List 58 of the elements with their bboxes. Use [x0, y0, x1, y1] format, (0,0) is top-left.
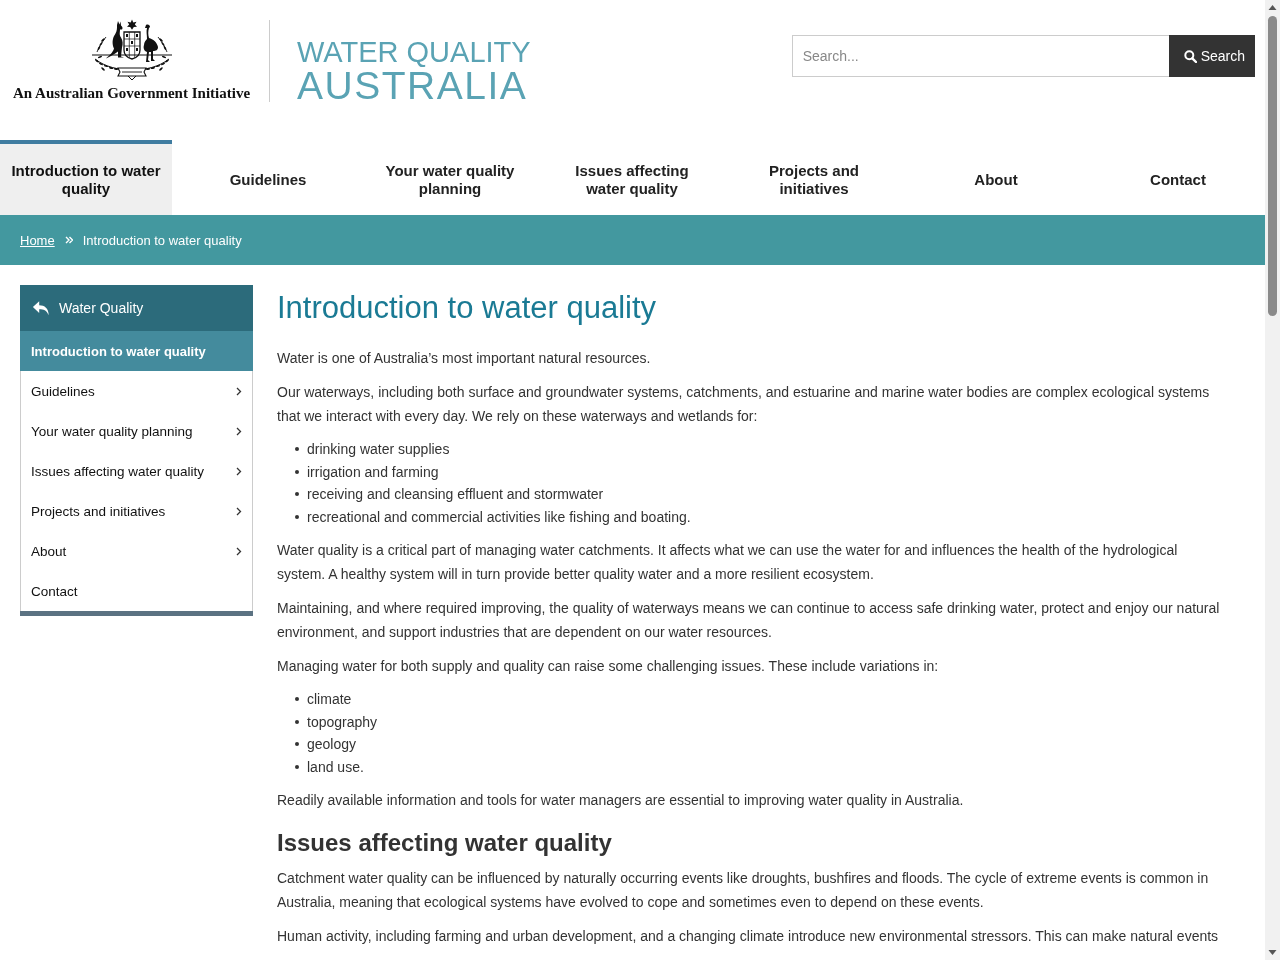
paragraph: Readily available information and tools for water managers are essential to improving water quality in Australia.	[277, 791, 965, 810]
list-item: receiving and cleansing effluent and stormwater	[307, 486, 604, 503]
nav-tab[interactable]: Issues affecting water quality	[546, 140, 718, 215]
nav-tab[interactable]: About	[910, 140, 1082, 215]
scrollbar[interactable]	[1265, 0, 1280, 960]
nav-tab[interactable]: Contact	[1092, 140, 1264, 215]
sidebar-item[interactable]: Contact	[20, 571, 253, 611]
sidebar-back-link[interactable]: Water Quality	[20, 285, 253, 331]
sidebar-item[interactable]: Introduction to water quality	[20, 331, 253, 371]
sidebar-item[interactable]: About	[20, 531, 253, 571]
paragraph: Human activity, including farming and urban development, and a changing climate introduce new environmental stressors. This can make natural events	[277, 927, 1220, 946]
nav-tab[interactable]: Introduction to water quality	[0, 140, 172, 215]
bullet-icon	[295, 492, 299, 497]
bullet-icon	[295, 764, 299, 769]
paragraph: Water is one of Australia’s most important natural resources.	[277, 349, 652, 368]
bullet-icon	[295, 514, 299, 519]
bullet-icon	[295, 469, 299, 474]
chevron-right-icon	[236, 506, 242, 516]
bullet-icon	[295, 742, 299, 747]
list-item: drinking water supplies	[307, 441, 450, 458]
back-arrow-icon	[32, 300, 50, 316]
bullet-icon	[295, 719, 299, 724]
list-item: geology	[307, 736, 357, 753]
site-title: WATER QUALITY	[297, 37, 531, 68]
paragraph: Our waterways, including both surface and groundwater systems, catchments, and estuarine and marine water bodies are complex ecological systems that we interact with every day. We rely on these waterways and wetlands for:	[277, 383, 1211, 426]
list-item: climate	[307, 691, 352, 708]
section-heading: Issues affecting water quality	[277, 828, 613, 858]
scrollbar-thumb[interactable]	[1268, 16, 1277, 316]
nav-tab[interactable]: Guidelines	[182, 140, 354, 215]
sidebar-item[interactable]: Projects and initiatives	[20, 491, 253, 531]
search-button[interactable]: Search	[1168, 35, 1255, 77]
list-item: irrigation and farming	[307, 463, 439, 480]
bullet-icon	[295, 697, 299, 702]
nav-tab[interactable]: Projects and initiatives	[728, 140, 900, 215]
site-title: AUSTRALIA	[297, 68, 528, 104]
sidebar-item[interactable]: Guidelines	[20, 371, 253, 411]
paragraph: Maintaining, and where required improving, the quality of waterways means we can continue to access safe drinking water, protect and enjoy our natural environment, and support industries that are dependent on our water resources.	[277, 599, 1221, 642]
coat-of-arms-icon	[90, 19, 173, 81]
breadcrumb-current: Introduction to water quality	[82, 232, 242, 248]
page-title: Introduction to water quality	[277, 290, 658, 326]
sidebar-item[interactable]: Issues affecting water quality	[20, 451, 253, 491]
list-item: recreational and commercial activities like fishing and boating.	[307, 508, 691, 525]
chevron-right-icon	[236, 466, 242, 476]
sidebar-item[interactable]: Your water quality planning	[20, 411, 253, 451]
search-field[interactable]: Search...	[791, 35, 1169, 77]
list-item: topography	[307, 713, 378, 730]
paragraph: Water quality is a critical part of managing water catchments. It affects what we can use the water for and influences the health of the hydrological system. A healthy system will in turn provide better quality water and a more resilient ecosystem.	[277, 541, 1179, 584]
list-item: land use.	[307, 758, 364, 775]
nav-tab[interactable]: Your water quality planning	[364, 140, 536, 215]
chevron-right-icon	[236, 386, 242, 396]
paragraph: Managing water for both supply and quality can raise some challenging issues. These include variations in:	[277, 657, 940, 676]
chevron-right-icon	[236, 426, 242, 436]
double-chevron-icon	[64, 236, 73, 244]
logo-caption: An Australian Government Initiative	[12, 85, 251, 102]
paragraph: Catchment water quality can be influenced by naturally occurring events like droughts, bushfires and floods. The cycle of extreme events is common in Australia, meaning that ecological systems have evolved to cope and sometimes even to depend on these events.	[277, 869, 1210, 912]
search-icon	[1183, 49, 1197, 63]
chevron-right-icon	[236, 546, 242, 556]
bullet-icon	[295, 447, 299, 452]
